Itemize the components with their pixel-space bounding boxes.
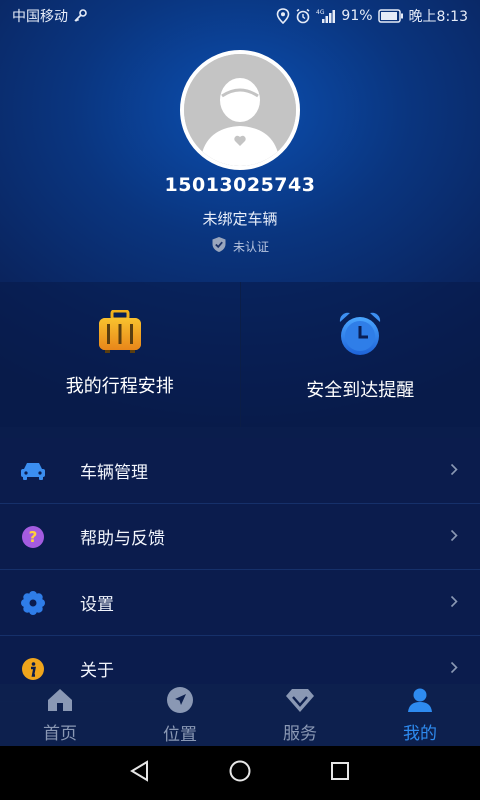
- home-icon: [46, 687, 74, 717]
- tab-label: 位置: [163, 724, 197, 745]
- verify-label: 未认证: [232, 239, 269, 254]
- vehicle-status[interactable]: 未绑定车辆: [0, 208, 480, 229]
- navigation-icon: [166, 686, 194, 718]
- profile-screen: 中国移动 4G 91% 晚上8:13 15013025743 未绑定车辆 未认证…: [0, 0, 480, 800]
- signal-icon: 4G: [316, 8, 336, 24]
- safe-arrival-tile[interactable]: 安全到达提醒: [239, 282, 480, 427]
- info-icon: [20, 656, 46, 682]
- chevron-right-icon: [450, 527, 458, 546]
- recents-button[interactable]: [329, 760, 351, 786]
- trip-schedule-label: 我的行程安排: [65, 376, 174, 397]
- svg-text:4G: 4G: [316, 9, 325, 16]
- avatar[interactable]: [180, 50, 300, 170]
- luggage-icon: [97, 309, 143, 358]
- tab-service[interactable]: 服务: [240, 684, 360, 746]
- menu-item-settings[interactable]: 设置: [0, 570, 480, 636]
- chevron-right-icon: [450, 593, 458, 612]
- back-triangle-icon: [129, 760, 148, 782]
- back-button[interactable]: [129, 760, 151, 786]
- menu-label: 帮助与反馈: [80, 529, 165, 549]
- recents-square-icon: [331, 762, 350, 780]
- tab-label: 我的: [403, 723, 437, 744]
- tab-label: 服务: [283, 723, 317, 744]
- menu-item-help-feedback[interactable]: ? 帮助与反馈: [0, 504, 480, 570]
- menu-item-vehicle-management[interactable]: 车辆管理: [0, 438, 480, 504]
- menu-label: 车辆管理: [80, 463, 148, 483]
- chevron-right-icon: [450, 461, 458, 480]
- menu-label: 关于: [80, 661, 114, 681]
- tab-label: 首页: [43, 723, 77, 744]
- trip-schedule-tile[interactable]: 我的行程安排: [0, 282, 240, 427]
- tab-home[interactable]: 首页: [0, 684, 120, 746]
- car-icon: [20, 458, 46, 484]
- system-nav-bar: [0, 746, 480, 800]
- chevron-right-icon: [450, 659, 458, 678]
- safe-arrival-label: 安全到达提醒: [306, 380, 415, 401]
- alarm-clock-icon: [336, 310, 384, 362]
- battery-icon: [377, 9, 404, 23]
- bottom-nav: 首页 位置 服务 我的: [0, 684, 480, 746]
- key-icon: [73, 9, 87, 23]
- carrier-label: 中国移动: [12, 9, 68, 25]
- alarm-status-icon: [295, 8, 311, 24]
- location-pin-icon: [276, 8, 290, 24]
- svg-text:?: ?: [29, 528, 38, 546]
- battery-percent: 91%: [341, 8, 373, 24]
- shield-check-icon: [211, 236, 227, 256]
- home-button[interactable]: [228, 759, 252, 787]
- home-circle-icon: [229, 760, 251, 782]
- menu-label: 设置: [80, 595, 114, 615]
- profile-header: 15013025743 未绑定车辆 未认证: [0, 50, 480, 280]
- default-avatar-icon: [184, 54, 296, 166]
- diamond-icon: [285, 687, 315, 717]
- verify-status[interactable]: 未认证: [0, 236, 480, 256]
- status-bar: 中国移动 4G 91% 晚上8:13: [0, 0, 480, 32]
- settings-menu: 车辆管理 ? 帮助与反馈 设置 关于: [0, 438, 480, 702]
- gear-icon: [20, 590, 46, 616]
- phone-number: 15013025743: [164, 174, 316, 196]
- clock-time: 晚上8:13: [408, 9, 468, 25]
- tab-location[interactable]: 位置: [120, 684, 240, 746]
- tab-mine[interactable]: 我的: [360, 684, 480, 746]
- quick-actions: 我的行程安排 安全到达提醒: [0, 282, 480, 427]
- user-icon: [406, 687, 434, 717]
- question-icon: ?: [20, 524, 46, 550]
